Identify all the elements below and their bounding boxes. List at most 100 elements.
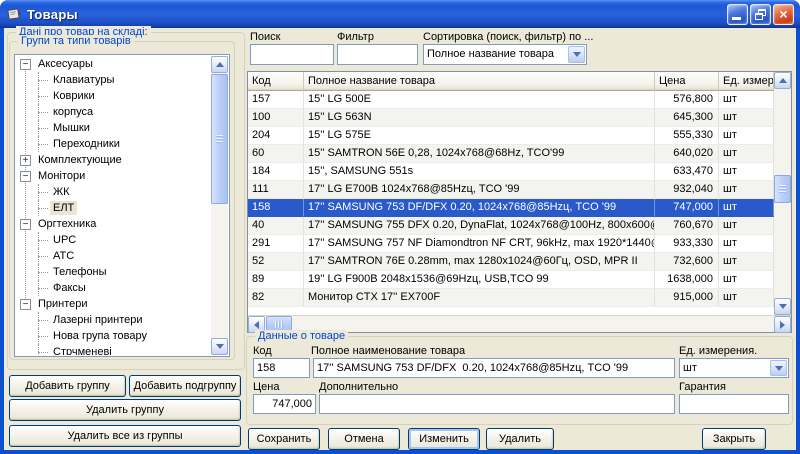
tree-item-label: Переходники bbox=[50, 137, 123, 151]
tree-item[interactable]: Телефоны bbox=[16, 264, 211, 280]
delete-button[interactable]: Удалить bbox=[486, 428, 554, 450]
cell-unit: шт bbox=[719, 235, 774, 253]
table-row[interactable]: 291 17'' SAMSUNG 757 NF Diamondtron NF C… bbox=[248, 235, 774, 253]
detail-price-field[interactable] bbox=[253, 394, 316, 414]
table-row[interactable]: 204 15'' LG 575E 555,330 шт bbox=[248, 127, 774, 145]
search-input[interactable] bbox=[250, 44, 334, 65]
scroll-down-icon[interactable] bbox=[211, 338, 228, 355]
tree-item[interactable]: Факсы bbox=[16, 280, 211, 296]
column-header-price[interactable]: Цена bbox=[655, 72, 719, 91]
cell-price: 732,600 bbox=[655, 253, 719, 271]
groups-groupbox: Групи та типи товарів Аксесуары Клавиату… bbox=[9, 41, 235, 360]
tree-item[interactable]: Клавиатуры bbox=[16, 72, 211, 88]
app-window: Товары × Дані про товар на складі: Групи… bbox=[0, 0, 800, 454]
table-row[interactable]: 60 15'' SAMTRON 56E 0,28, 1024x768@68Hz,… bbox=[248, 145, 774, 163]
table-vertical-scrollbar[interactable] bbox=[774, 72, 791, 315]
scroll-up-icon[interactable] bbox=[211, 56, 228, 73]
tree-item[interactable]: Лазерні принтери bbox=[16, 312, 211, 328]
sort-label: Сортировка (поиск, фильтр) по ... bbox=[423, 31, 593, 43]
table-row[interactable]: 52 17'' SAMTRON 76E 0.28mm, max 1280x102… bbox=[248, 253, 774, 271]
delete-group-button[interactable]: Удалить группу bbox=[9, 399, 241, 421]
edit-button[interactable]: Изменить bbox=[408, 428, 480, 450]
table-row[interactable]: 158 17'' SAMSUNG 753 DF/DFX 0.20, 1024x7… bbox=[248, 199, 774, 217]
detail-unit-label: Ед. измерения. bbox=[679, 345, 757, 357]
tree-item[interactable]: UPC bbox=[16, 232, 211, 248]
scroll-thumb[interactable] bbox=[211, 74, 228, 204]
tree-item[interactable]: корпуса bbox=[16, 104, 211, 120]
tree-item-label: АТС bbox=[50, 249, 77, 263]
cell-price: 640,020 bbox=[655, 145, 719, 163]
minimize-button[interactable] bbox=[727, 4, 748, 25]
cell-name: 19'' LG F900B 2048x1536@69Hzц, USB,TCO 9… bbox=[304, 271, 655, 289]
tree-item[interactable]: Мышки bbox=[16, 120, 211, 136]
title-bar[interactable]: Товары × bbox=[0, 0, 800, 28]
column-header-code[interactable]: Код bbox=[248, 72, 304, 91]
table-row[interactable]: 184 15'', SAMSUNG 551s 633,470 шт bbox=[248, 163, 774, 181]
cell-code: 82 bbox=[248, 289, 304, 307]
detail-code-label: Код bbox=[253, 345, 272, 357]
tree-item-label: Стрчменеві bbox=[50, 345, 115, 355]
tree-expander-icon[interactable] bbox=[20, 171, 31, 182]
cancel-button[interactable]: Отмена bbox=[328, 428, 400, 450]
filter-input[interactable] bbox=[337, 44, 418, 65]
detail-code-field[interactable] bbox=[253, 358, 310, 378]
detail-price-label: Цена bbox=[253, 381, 279, 393]
cell-unit: шт bbox=[719, 145, 774, 163]
cell-unit: шт bbox=[719, 109, 774, 127]
tree-item-label: Аксесуары bbox=[35, 57, 96, 71]
tree-item[interactable]: ЕЛТ bbox=[16, 200, 211, 216]
table-row[interactable]: 40 17'' SAMSUNG 755 DFX 0.20, DynaFlat, … bbox=[248, 217, 774, 235]
add-subgroup-button[interactable]: Добавить подгруппу bbox=[129, 375, 241, 397]
tree-expander-icon[interactable] bbox=[20, 219, 31, 230]
tree-item[interactable]: ЖК bbox=[16, 184, 211, 200]
product-details-title: Данные о товаре bbox=[255, 330, 348, 342]
tree-item-label: Факсы bbox=[50, 281, 89, 295]
tree-item-label: Мышки bbox=[50, 121, 93, 135]
save-button[interactable]: Сохранить bbox=[248, 428, 320, 450]
tree-item-label: Нова група товару bbox=[50, 329, 150, 343]
cell-unit: шт bbox=[719, 199, 774, 217]
scroll-right-icon[interactable] bbox=[774, 316, 791, 333]
column-header-unit[interactable]: Ед. измер bbox=[719, 72, 774, 91]
table-row[interactable]: 82 Монитор CTX 17'' EX700F 915,000 шт bbox=[248, 289, 774, 307]
tree-item[interactable]: Комплектующие bbox=[16, 152, 211, 168]
table-row[interactable]: 100 15'' LG 563N 645,300 шт bbox=[248, 109, 774, 127]
chevron-down-icon[interactable] bbox=[770, 360, 787, 376]
cell-code: 184 bbox=[248, 163, 304, 181]
table-header: Код Полное название товара Цена Ед. изме… bbox=[248, 72, 774, 91]
tree-item[interactable]: Стрчменеві bbox=[16, 344, 211, 355]
tree-expander-icon[interactable] bbox=[20, 155, 31, 166]
detail-extra-field[interactable] bbox=[319, 394, 675, 414]
sort-combobox[interactable]: Полное название товара bbox=[423, 44, 587, 65]
scroll-down-icon[interactable] bbox=[774, 298, 791, 315]
detail-warranty-field[interactable] bbox=[679, 394, 789, 414]
close-form-button[interactable]: Закрыть bbox=[702, 428, 766, 450]
tree-item[interactable]: Коврики bbox=[16, 88, 211, 104]
tree-item[interactable]: Монітори bbox=[16, 168, 211, 184]
table-row[interactable]: 111 17'' LG E700B 1024x768@85Hzц, TCO '9… bbox=[248, 181, 774, 199]
tree-item-label: UPC bbox=[50, 233, 79, 247]
restore-button[interactable] bbox=[750, 4, 771, 25]
detail-unit-combobox[interactable]: шт bbox=[679, 358, 789, 378]
app-icon bbox=[6, 6, 22, 22]
chevron-down-icon[interactable] bbox=[568, 46, 585, 63]
close-button[interactable]: × bbox=[773, 4, 794, 25]
scroll-thumb[interactable] bbox=[774, 175, 791, 203]
tree-scrollbar[interactable] bbox=[211, 56, 228, 355]
tree-item[interactable]: Принтери bbox=[16, 296, 211, 312]
tree-expander-icon[interactable] bbox=[20, 59, 31, 70]
delete-all-from-group-button[interactable]: Удалить все из группы bbox=[9, 425, 241, 447]
tree-item[interactable]: Аксесуары bbox=[16, 56, 211, 72]
tree-item[interactable]: Нова група товару bbox=[16, 328, 211, 344]
tree-item[interactable]: АТС bbox=[16, 248, 211, 264]
tree-item[interactable]: Переходники bbox=[16, 136, 211, 152]
tree-item[interactable]: Оргтехника bbox=[16, 216, 211, 232]
table-row[interactable]: 89 19'' LG F900B 2048x1536@69Hzц, USB,TC… bbox=[248, 271, 774, 289]
detail-name-field[interactable] bbox=[313, 358, 675, 378]
tree-expander-icon[interactable] bbox=[20, 299, 31, 310]
scroll-up-icon[interactable] bbox=[774, 72, 791, 89]
cell-price: 933,330 bbox=[655, 235, 719, 253]
table-row[interactable]: 157 15'' LG 500E 576,800 шт bbox=[248, 91, 774, 109]
column-header-name[interactable]: Полное название товара bbox=[304, 72, 655, 91]
add-group-button[interactable]: Добавить группу bbox=[9, 375, 126, 397]
